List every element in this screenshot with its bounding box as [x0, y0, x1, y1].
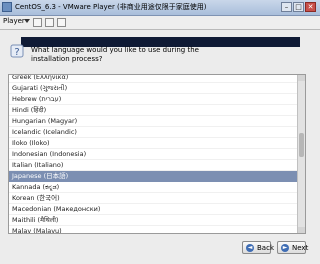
language-list-item[interactable]: Hungarian (Magyar) — [9, 116, 297, 127]
language-question-icon: ? — [10, 44, 24, 58]
vmware-icon — [2, 2, 12, 12]
fullscreen-icon[interactable] — [57, 18, 66, 27]
window-title: CentOS_6.3 - VMware Player (非商业用途仅限于家庭使用… — [15, 3, 207, 11]
language-list-item[interactable]: Icelandic (Icelandic) — [9, 127, 297, 138]
svg-text:?: ? — [14, 47, 19, 58]
language-list-item[interactable]: Malay (Malayu) — [9, 226, 297, 233]
language-list-item[interactable]: Indonesian (Indonesia) — [9, 149, 297, 160]
pause-icon[interactable] — [33, 18, 42, 27]
player-menu[interactable]: Player — [3, 17, 25, 25]
language-list-item[interactable]: Macedonian (Македонски) — [9, 204, 297, 215]
language-list-item[interactable]: Hebrew (עברית) — [9, 94, 297, 105]
back-button[interactable]: ◄ Back — [242, 241, 274, 254]
send-keys-icon[interactable] — [45, 18, 54, 27]
language-list[interactable]: Greek (Ελληνικά) Gujarati (ગુજરાતી) Hebrew… — [8, 74, 306, 234]
list-scrollbar[interactable] — [297, 75, 305, 233]
language-list-item[interactable]: Gujarati (ગુજરાતી) — [9, 83, 297, 94]
language-list-item[interactable]: Iloko (Iloko) — [9, 138, 297, 149]
language-list-item[interactable]: Hindi (हिंदी) — [9, 105, 297, 116]
language-list-item[interactable]: Greek (Ελληνικά) — [9, 75, 297, 83]
scroll-up-arrow[interactable] — [298, 75, 305, 81]
next-button-label: Next — [292, 244, 309, 252]
language-list-item[interactable]: Japanese (日本語) — [9, 171, 297, 182]
language-list-item[interactable]: Maithili (मैथिली) — [9, 215, 297, 226]
close-button[interactable]: ✕ — [305, 2, 316, 12]
scroll-down-arrow[interactable] — [298, 227, 305, 233]
minimize-button[interactable]: – — [281, 2, 292, 12]
player-toolbar: Player — [0, 16, 320, 30]
vm-screen: ? What language would you like to use du… — [0, 30, 320, 264]
window-titlebar: CentOS_6.3 - VMware Player (非商业用途仅限于家庭使用… — [0, 0, 320, 16]
scroll-thumb[interactable] — [299, 133, 304, 157]
next-button[interactable]: ► Next — [277, 241, 309, 254]
language-question: What language would you like to use duri… — [31, 46, 199, 63]
maximize-button[interactable]: □ — [293, 2, 304, 12]
back-arrow-icon: ◄ — [246, 244, 254, 252]
back-button-label: Back — [257, 244, 274, 252]
language-list-item[interactable]: Korean (한국어) — [9, 193, 297, 204]
language-list-item[interactable]: Kannada (ಕನ್ನಡ) — [9, 182, 297, 193]
chevron-down-icon[interactable] — [24, 19, 30, 23]
next-arrow-icon: ► — [281, 244, 289, 252]
language-list-item[interactable]: Italian (Italiano) — [9, 160, 297, 171]
